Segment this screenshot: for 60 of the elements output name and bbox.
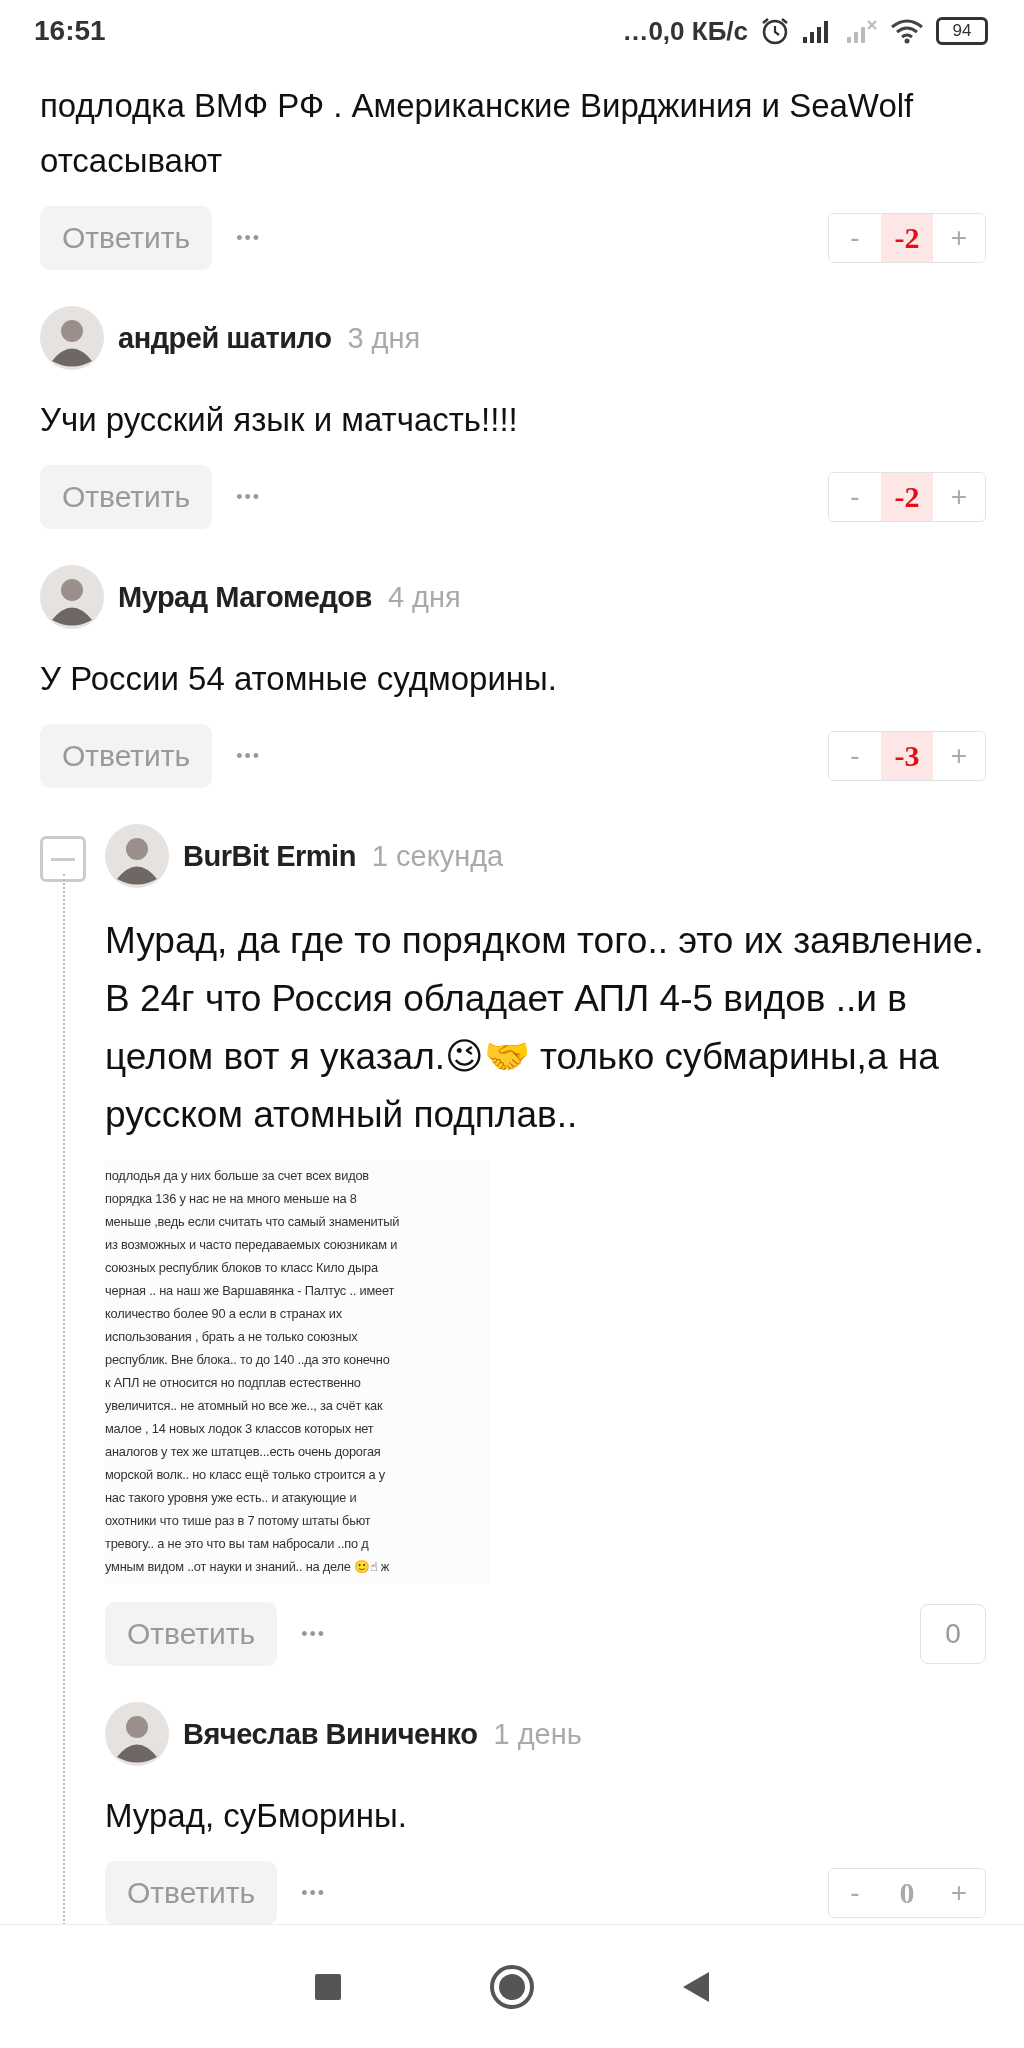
home-icon[interactable] (489, 1963, 535, 2010)
rating-score: -3 (881, 732, 933, 780)
back-icon[interactable] (681, 1969, 711, 2004)
avatar (105, 824, 169, 888)
screenshot-text-line: аналогов у тех же штатцев...есть очень дорогая (105, 1443, 382, 1461)
battery-indicator: 94 (936, 17, 988, 45)
comment-text: У России 54 атомные судморины. (40, 659, 558, 699)
alarm-icon (760, 16, 790, 46)
screenshot-text-line: использования , брать а не только союзных (105, 1328, 359, 1346)
comment-time: 1 день (493, 1717, 582, 1751)
screenshot-text-line: морской волк.. но класс ещё только строится а у (105, 1466, 386, 1484)
clock-time: 16:51 (34, 15, 106, 47)
screenshot-text-line: подлодья да у них больше за счет всех видов (105, 1167, 370, 1185)
screenshot-text-line: порядка 136 у нас не на много меньше на 8 (105, 1190, 358, 1208)
reply-button[interactable]: Ответить (105, 1602, 278, 1666)
screenshot-text-line: охотники что тише раз в 7 потому штаты бьют (105, 1512, 372, 1530)
rating-score: 0 (898, 1875, 916, 1911)
more-button[interactable]: ••• (230, 744, 268, 768)
screenshot-text-line: тревогу.. а не это что вы там набросали ..по д (105, 1535, 370, 1553)
more-button[interactable]: ••• (295, 1622, 333, 1646)
recent-apps-icon[interactable] (313, 1971, 343, 2002)
avatar (40, 565, 104, 629)
author-name[interactable]: андрей шатило (118, 321, 332, 355)
reply-button[interactable]: Ответить (40, 724, 213, 788)
collapse-toggle[interactable] (40, 836, 86, 882)
screenshot-text-line: увеличится.. не атомный но все же.., за счёт как (105, 1397, 384, 1415)
screenshot-text-line: меньше ,ведь если считать что самый знаменитый (105, 1213, 401, 1231)
avatar (40, 306, 104, 370)
no-signal-icon (846, 18, 878, 44)
comment-text: Мурад, да где то порядком того.. это их заявление. В 24г что Россия обладает АПЛ 4-5 видов ..и в целом вот я указал.😉🤝 только субмарины,а на русском атомный подплав.. (105, 919, 985, 1137)
screenshot-text-line: количество более 90 а если в странах их (105, 1305, 343, 1323)
reply-button[interactable]: Ответить (40, 465, 213, 529)
network-speed: …0,0 КБ/с (622, 15, 748, 47)
more-button[interactable]: ••• (230, 226, 268, 250)
wifi-icon (890, 18, 924, 44)
screenshot-text-line: нас такого уровня уже есть.. и атакующие и (105, 1489, 358, 1507)
comment-time: 4 дня (387, 580, 461, 614)
avatar (105, 1702, 169, 1766)
comment-text: Мурад, суБморины. (105, 1796, 408, 1836)
screenshot-text-line: малое , 14 новых лодок 3 классов которых нет (105, 1420, 375, 1438)
author-name[interactable]: Мурад Магомедов (118, 580, 372, 614)
comment-text: подлодка ВМФ РФ . Американские Вирджиния и SeaWolf отсасывают (40, 86, 915, 181)
comment-time: 1 секунда (371, 839, 504, 873)
author-name[interactable]: Вячеслав Виниченко (183, 1717, 478, 1751)
screenshot-text-line: республик. Вне блока.. то до 140 ..да это конечно (105, 1351, 391, 1369)
rating-score: 0 (920, 1604, 986, 1664)
rating-score: -2 (881, 473, 933, 521)
comment-text: Учи русский язык и матчасть!!!! (40, 400, 519, 440)
screenshot-text-line: союзных республик блоков то класс Кило дыра (105, 1259, 379, 1277)
reply-button[interactable]: Ответить (40, 206, 213, 270)
author-name[interactable]: BurBit Ermin (183, 839, 356, 873)
comment-time: 3 дня (347, 321, 421, 355)
more-button[interactable]: ••• (230, 485, 268, 509)
more-button[interactable]: ••• (295, 1881, 333, 1905)
screenshot-text-line: умным видом ..от науки и знаний.. на деле 🙂☝ ж (105, 1558, 391, 1576)
rating-score: -2 (881, 214, 933, 262)
reply-button[interactable]: Ответить (105, 1861, 278, 1925)
screenshot-text-line: к АПЛ не относится но подплав естественно (105, 1374, 362, 1392)
screenshot-text-line: из возможных и часто передаваемых союзникам и (105, 1236, 399, 1254)
screenshot-text-line: черная .. на наш же Варшавянка - Палтус .. имеет (105, 1282, 396, 1300)
